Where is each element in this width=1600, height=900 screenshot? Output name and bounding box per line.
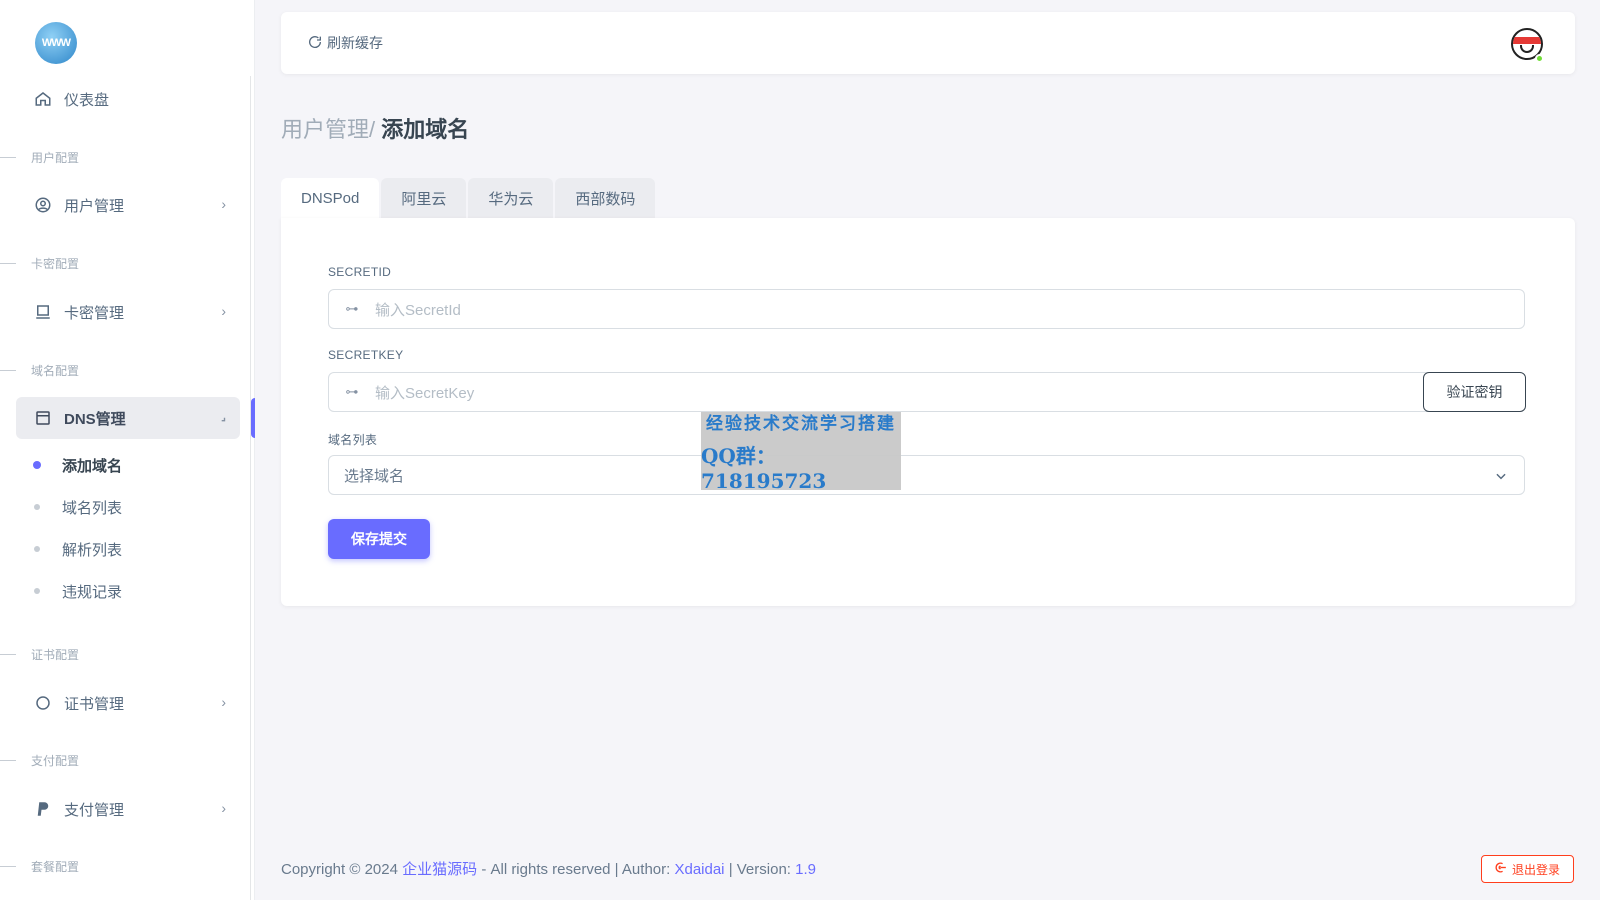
section-label: 证书配置 bbox=[31, 647, 80, 662]
footer-version-label: | Version: bbox=[728, 861, 791, 878]
breadcrumb: 用户管理/ 添加域名 bbox=[281, 112, 469, 144]
section-label: 用户配置 bbox=[31, 150, 80, 165]
sidebar-item-user-mgmt[interactable]: 用户管理 › bbox=[16, 184, 240, 226]
bullet-dot-icon bbox=[34, 588, 40, 594]
sidebar-item-dns-mgmt[interactable]: DNS管理 ⌟ bbox=[16, 397, 240, 439]
logo-text: WWW bbox=[41, 37, 71, 49]
tab-aliyun[interactable]: 阿里云 bbox=[381, 178, 467, 218]
sidebar: WWW 仪表盘 用户配置 用户管理 › 卡密配置 卡密管理 › 域名配置 DNS… bbox=[0, 0, 255, 900]
watermark-overlay: 经验技术交流学习搭建 QQ群：718195723 bbox=[701, 412, 901, 493]
sidebar-item-label: DNS管理 bbox=[64, 410, 126, 428]
provider-tabs: DNSPod 阿里云 华为云 西部数码 bbox=[281, 178, 657, 218]
verify-key-button[interactable]: 验证密钥 bbox=[1423, 372, 1526, 412]
section-pay-config: 支付配置 bbox=[0, 750, 250, 770]
key-icon: ⊶ bbox=[345, 301, 359, 316]
home-icon bbox=[34, 90, 52, 108]
tab-dnspod[interactable]: DNSPod bbox=[281, 178, 380, 218]
bullet-dot-icon bbox=[34, 546, 40, 552]
section-label: 套餐配置 bbox=[31, 859, 80, 874]
sidebar-subitem-violation-records[interactable]: 违规记录 bbox=[34, 576, 122, 606]
domain-select[interactable]: 选择域名 bbox=[328, 455, 1525, 495]
secretid-field[interactable]: ⊶ 输入SecretId bbox=[328, 289, 1525, 329]
secretkey-field[interactable]: ⊶ 输入SecretKey bbox=[328, 372, 1428, 412]
chevron-right-icon: › bbox=[221, 303, 226, 319]
footer-version: 1.9 bbox=[795, 861, 816, 878]
bullet-dot-icon bbox=[33, 461, 41, 469]
sidebar-item-label: 用户管理 bbox=[64, 197, 125, 215]
sidebar-item-label: 支付管理 bbox=[64, 801, 125, 819]
section-cert-config: 证书配置 bbox=[0, 644, 250, 664]
online-status-dot bbox=[1535, 54, 1544, 63]
watermark-line1: 经验技术交流学习搭建 bbox=[706, 414, 896, 434]
chevron-right-icon: › bbox=[221, 800, 226, 816]
subitem-label: 域名列表 bbox=[62, 499, 123, 517]
subitem-label: 解析列表 bbox=[62, 541, 123, 559]
sidebar-item-dashboard[interactable]: 仪表盘 bbox=[16, 78, 240, 120]
refresh-label: 刷新缓存 bbox=[327, 35, 383, 51]
subitem-label: 违规记录 bbox=[62, 583, 123, 601]
sidebar-item-pay-mgmt[interactable]: 支付管理 › bbox=[16, 788, 240, 830]
refresh-icon bbox=[307, 34, 323, 53]
domain-select-value: 选择域名 bbox=[344, 467, 405, 485]
chevron-right-icon: › bbox=[221, 196, 226, 212]
topbar: 刷新缓存 bbox=[281, 12, 1575, 74]
save-submit-button[interactable]: 保存提交 bbox=[328, 519, 430, 559]
page-title: 添加域名 bbox=[381, 117, 470, 142]
footer-brand-link[interactable]: 企业猫源码 bbox=[402, 861, 477, 878]
breadcrumb-parent: 用户管理/ bbox=[281, 117, 376, 142]
section-domain-config: 域名配置 bbox=[0, 360, 250, 380]
tab-west-digital[interactable]: 西部数码 bbox=[555, 178, 656, 218]
sidebar-item-label: 仪表盘 bbox=[64, 91, 110, 109]
logo-globe-icon[interactable]: WWW bbox=[35, 22, 77, 64]
chevron-down-icon bbox=[1494, 469, 1508, 487]
bullet-dot-icon bbox=[34, 504, 40, 510]
tab-huaweicloud[interactable]: 华为云 bbox=[468, 178, 554, 218]
laptop-icon bbox=[34, 303, 52, 321]
sidebar-item-label: 证书管理 bbox=[64, 695, 125, 713]
section-label: 域名配置 bbox=[31, 363, 80, 378]
section-user-config: 用户配置 bbox=[0, 147, 250, 167]
logout-icon bbox=[1495, 861, 1508, 877]
secretid-label: SECRETID bbox=[328, 265, 392, 279]
window-icon bbox=[34, 409, 52, 427]
subitem-label: 添加域名 bbox=[62, 457, 123, 475]
chevron-right-icon: › bbox=[221, 694, 226, 710]
logout-button[interactable]: 退出登录 bbox=[1481, 855, 1574, 883]
sidebar-scrollbar[interactable] bbox=[250, 76, 251, 900]
active-indicator bbox=[251, 398, 255, 438]
paypal-icon bbox=[34, 800, 52, 818]
footer-author-link[interactable]: Xdaidai bbox=[674, 861, 724, 878]
logout-label: 退出登录 bbox=[1511, 862, 1560, 877]
secretkey-label: SECRETKEY bbox=[328, 348, 404, 362]
sidebar-subitem-resolve-list[interactable]: 解析列表 bbox=[34, 534, 122, 564]
sidebar-item-label: 卡密管理 bbox=[64, 304, 125, 322]
key-icon: ⊶ bbox=[345, 384, 359, 399]
watermark-line2: QQ群：718195723 bbox=[701, 444, 827, 493]
circle-icon bbox=[34, 694, 52, 712]
footer-rights: - All rights reserved | Author: bbox=[481, 861, 671, 878]
secretid-placeholder: 输入SecretId bbox=[375, 301, 461, 319]
refresh-cache-button[interactable]: 刷新缓存 bbox=[307, 33, 383, 53]
section-label: 卡密配置 bbox=[31, 256, 80, 271]
section-package-config: 套餐配置 bbox=[0, 856, 250, 876]
secretkey-placeholder: 输入SecretKey bbox=[375, 384, 475, 402]
section-card-config: 卡密配置 bbox=[0, 253, 250, 273]
section-label: 支付配置 bbox=[31, 753, 80, 768]
footer: Copyright © 2024 企业猫源码 - All rights rese… bbox=[281, 858, 816, 879]
chevron-down-icon: ⌟ bbox=[220, 411, 226, 423]
add-domain-form-card: SECRETID ⊶ 输入SecretId SECRETKEY ⊶ 输入Secr… bbox=[281, 218, 1575, 606]
domain-list-label: 域名列表 bbox=[328, 433, 378, 447]
sidebar-subitem-domain-list[interactable]: 域名列表 bbox=[34, 492, 122, 522]
sidebar-item-cert-mgmt[interactable]: 证书管理 › bbox=[16, 682, 240, 724]
sidebar-item-card-mgmt[interactable]: 卡密管理 › bbox=[16, 291, 240, 333]
user-circle-icon bbox=[34, 196, 52, 214]
footer-copyright: Copyright © 2024 bbox=[281, 861, 398, 878]
sidebar-subitem-add-domain[interactable]: 添加域名 bbox=[33, 450, 123, 480]
